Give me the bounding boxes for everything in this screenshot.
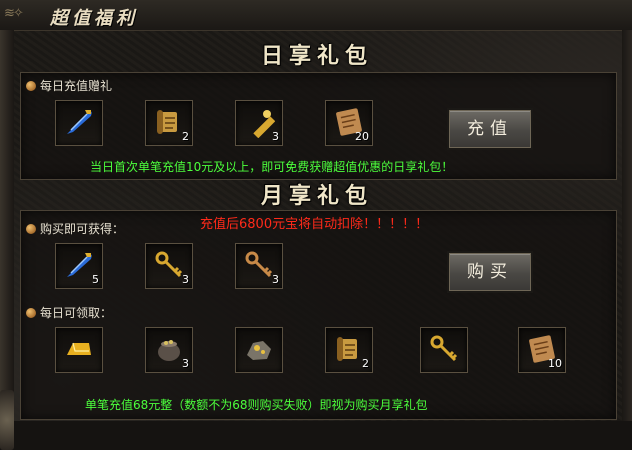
window-title: 超值福利 [50,8,138,29]
buy-item-slot-1[interactable]: 5 [55,243,103,289]
item-count: 3 [272,273,279,286]
key-icon [245,251,273,278]
item-count: 2 [182,130,189,143]
daily-note: 当日首次单笔充值10元及以上，即可免费获赠超值优惠的日享礼包！ [90,160,454,174]
buy-item-slot-3[interactable]: 3 [235,243,283,289]
telescope-icon [253,110,275,138]
feather-icon [67,110,92,134]
claim-item-slot-1[interactable] [55,327,103,373]
daily-item-slot-3[interactable]: 3 [235,100,283,146]
daily-item-slot-2[interactable]: 2 [145,100,193,146]
item-count: 5 [92,273,99,286]
key-icon [155,251,183,278]
item-count: 3 [182,273,189,286]
window-titlebar: ≋✧ 超值福利 [0,0,632,31]
recharge-button[interactable]: 充值 [449,110,531,148]
bullet-icon [26,80,36,91]
item-count: 3 [272,130,279,143]
claim-item-slot-4[interactable]: 2 [325,327,373,373]
deduction-warning: 充值后6800元宝将自动扣除！！！！！ [200,217,429,232]
key-icon [430,335,458,362]
claim-item-slot-5[interactable] [420,327,468,373]
bullet-icon [26,307,36,318]
daily-pack-title: 日享礼包 [260,44,373,69]
monthly-note: 单笔充值68元整（数额不为68则购买失败）即视为购买月享礼包 [85,398,428,412]
buy-item-slot-2[interactable]: 3 [145,243,193,289]
daily-item-slot-4[interactable]: 20 [325,100,373,146]
daily-claim-label-text: 每日可领取： [40,306,113,320]
daily-item-slot-1[interactable] [55,100,103,146]
ore-icon [247,341,271,360]
claim-item-slot-6[interactable]: 10 [518,327,566,373]
daily-subtitle: 每日充值赠礼 [26,77,112,94]
buy-button[interactable]: 购买 [449,253,531,291]
daily-claim-label: 每日可领取： [26,304,112,321]
buy-label: 购买即可获得： [26,220,124,237]
item-count: 10 [548,357,562,370]
claim-item-slot-2[interactable]: 3 [145,327,193,373]
scroll-icon [337,337,357,361]
pot-icon [158,340,180,361]
bullet-icon [26,223,36,234]
scroll-icon [157,110,177,134]
left-frame-edge [0,30,14,450]
item-count: 3 [182,357,189,370]
feather-icon [67,253,92,277]
claim-item-slot-3[interactable] [235,327,283,373]
buy-label-text: 购买即可获得： [40,222,125,236]
item-count: 20 [355,130,369,143]
right-frame-edge [622,30,632,421]
item-count: 2 [362,357,369,370]
gold-bar-icon [67,342,91,355]
titlebar-ornament-icon: ≋✧ [4,6,24,21]
frame-knob [0,390,14,450]
daily-subtitle-text: 每日充值赠礼 [40,79,113,93]
monthly-pack-title: 月享礼包 [260,184,373,209]
